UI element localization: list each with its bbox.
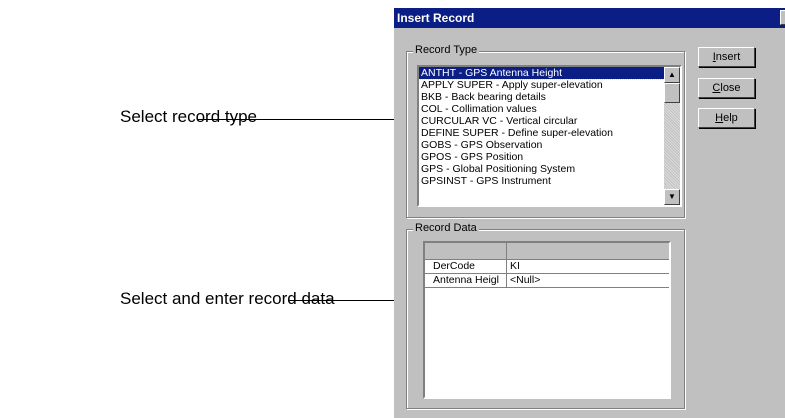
- record-type-item[interactable]: DEFINE SUPER - Define super-elevation: [419, 127, 664, 139]
- callout-select-record-data: Select and enter record data: [120, 289, 335, 308]
- scroll-thumb[interactable]: [664, 83, 680, 103]
- field-name-cell: DerCode: [425, 260, 507, 273]
- record-type-item[interactable]: GPSINST - GPS Instrument: [419, 175, 664, 187]
- callout-select-record-type: Select record type: [120, 107, 258, 126]
- record-type-group-label: Record Type: [413, 44, 480, 56]
- insert-record-dialog: Insert Record × Record Type ANTHT - GPS …: [394, 8, 785, 418]
- field-value-cell[interactable]: KI: [507, 260, 669, 273]
- record-type-item[interactable]: GOBS - GPS Observation: [419, 139, 664, 151]
- dialog-title: Insert Record: [397, 11, 475, 25]
- help-button[interactable]: Help: [698, 108, 755, 128]
- record-type-item[interactable]: APPLY SUPER - Apply super-elevation: [419, 79, 664, 91]
- grid-header-cell: [507, 243, 669, 259]
- record-type-list: ANTHT - GPS Antenna Height APPLY SUPER - …: [419, 67, 664, 205]
- grid-header-cell: [425, 243, 507, 259]
- dialog-titlebar[interactable]: Insert Record: [394, 8, 785, 28]
- record-type-scrollbar[interactable]: ▲ ▼: [664, 67, 680, 205]
- table-row[interactable]: DerCode KI: [425, 260, 669, 274]
- record-type-item[interactable]: CURCULAR VC - Vertical circular: [419, 115, 664, 127]
- record-type-listbox[interactable]: ANTHT - GPS Antenna Height APPLY SUPER - …: [417, 65, 682, 207]
- close-button[interactable]: Close: [698, 78, 755, 98]
- insert-button-label: nsert: [715, 51, 741, 63]
- record-data-grid[interactable]: DerCode KI Antenna Heigl <Null>: [423, 241, 671, 399]
- field-value-cell[interactable]: <Null>: [507, 274, 669, 287]
- callout-leader-line: [198, 119, 410, 120]
- callout-leader-line: [288, 300, 410, 301]
- record-type-group: Record Type ANTHT - GPS Antenna Height AP…: [406, 44, 685, 218]
- record-type-item[interactable]: GPOS - GPS Position: [419, 151, 664, 163]
- close-icon[interactable]: ×: [780, 10, 785, 25]
- record-type-item[interactable]: ANTHT - GPS Antenna Height: [419, 67, 664, 80]
- record-type-item[interactable]: COL - Collimation values: [419, 103, 664, 115]
- table-row[interactable]: Antenna Heigl <Null>: [425, 274, 669, 288]
- scroll-down-icon[interactable]: ▼: [664, 189, 680, 205]
- record-type-item[interactable]: GPS - Global Positioning System: [419, 163, 664, 175]
- record-data-group: Record Data DerCode KI Antenna Heigl <Null>: [406, 222, 685, 409]
- help-button-mnemonic: H: [715, 112, 724, 124]
- insert-button[interactable]: Insert: [698, 47, 755, 67]
- scroll-up-icon[interactable]: ▲: [664, 67, 680, 83]
- grid-header: [425, 243, 669, 260]
- field-name-cell: Antenna Heigl: [425, 274, 507, 287]
- record-data-group-label: Record Data: [413, 222, 479, 234]
- help-button-label: elp: [723, 112, 738, 124]
- record-type-item[interactable]: BKB - Back bearing details: [419, 91, 664, 103]
- close-button-label: lose: [720, 82, 741, 94]
